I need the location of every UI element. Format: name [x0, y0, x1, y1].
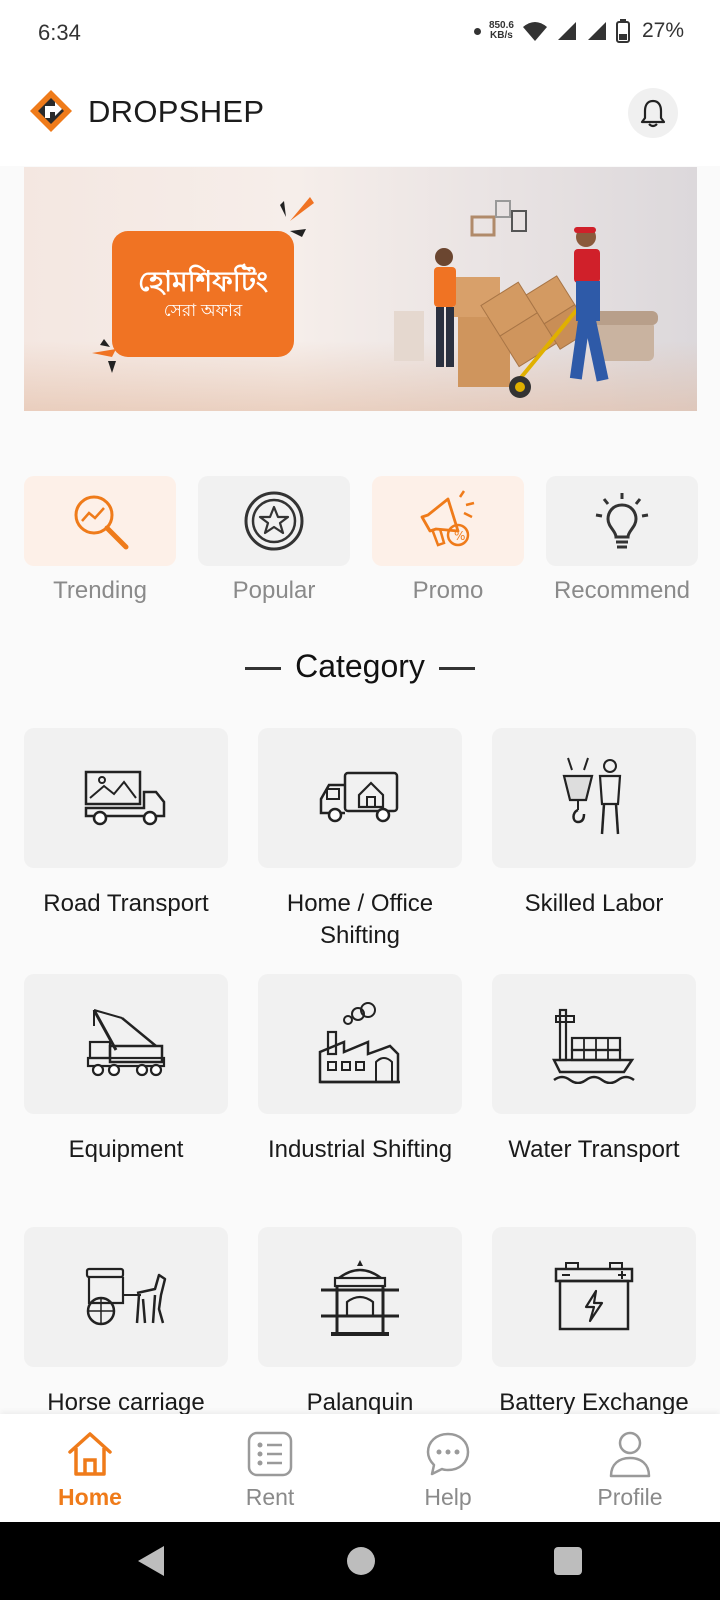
- system-home-icon[interactable]: [347, 1547, 375, 1575]
- nav-icon-wrap: [388, 1428, 508, 1480]
- status-time: 6:34: [38, 20, 81, 45]
- category-tile: [492, 728, 696, 868]
- app-header: DROPSHEP: [0, 62, 720, 166]
- nav-profile[interactable]: Profile: [570, 1428, 690, 1511]
- brand-name: DROPSHEP: [88, 94, 265, 129]
- category-palanquin[interactable]: Palanquin: [258, 1227, 462, 1419]
- network-speed: 850.6 KB/s: [489, 21, 514, 41]
- notification-dot-icon: [473, 27, 481, 35]
- category-skilled-labor[interactable]: Skilled Labor: [492, 728, 696, 920]
- nav-label: Help: [424, 1484, 472, 1510]
- nav-home[interactable]: Home: [30, 1428, 150, 1511]
- quick-link-recommend[interactable]: Recommend: [546, 476, 698, 604]
- battery-icon: [554, 1262, 634, 1331]
- trending-search-icon: [74, 495, 129, 550]
- category-tile: [258, 728, 462, 868]
- network-speed-unit: KB/s: [490, 30, 513, 41]
- quick-tile: [546, 476, 698, 566]
- quick-link-label: Promo: [412, 577, 484, 604]
- category-label: Industrial Shifting: [267, 1136, 453, 1163]
- category-horse-carriage[interactable]: Horse carriage: [24, 1227, 228, 1419]
- home-icon: [68, 1432, 112, 1476]
- svg-text:%: %: [454, 529, 465, 543]
- lightbulb-icon: [595, 493, 649, 549]
- bell-icon: [640, 99, 666, 128]
- signal-icon: [557, 22, 576, 40]
- battery-percentage: 27%: [641, 19, 684, 42]
- category-label: Home / Office Shifting: [286, 890, 434, 949]
- nav-icon-wrap: [570, 1428, 690, 1480]
- user-icon: [609, 1431, 651, 1478]
- category-tile: [492, 1227, 696, 1367]
- promo-banner[interactable]: হোমশিফটিং সেরা অফার: [24, 167, 697, 411]
- nav-icon-wrap: [30, 1428, 150, 1480]
- moving-van-icon: [319, 771, 399, 823]
- cargo-ship-icon: [552, 1008, 635, 1084]
- nav-label: Home: [58, 1484, 122, 1510]
- category-road-transport[interactable]: Road Transport: [24, 728, 228, 920]
- quick-link-label: Trending: [53, 577, 147, 604]
- category-label: Road Transport: [43, 890, 209, 917]
- horse-carriage-icon: [85, 1267, 167, 1326]
- quick-link-promo[interactable]: % Promo: [372, 476, 524, 604]
- nav-icon-wrap: [210, 1428, 330, 1480]
- promo-title: হোমশিফটিং: [137, 266, 269, 297]
- category-battery-exchange[interactable]: Battery Exchange: [492, 1227, 696, 1419]
- heading-dash-left: [245, 667, 282, 671]
- bottom-navigation: Home Rent Help Profile: [0, 1414, 720, 1522]
- category-tile: [24, 1227, 228, 1367]
- promo-subtitle: সেরা অফার: [163, 301, 243, 320]
- chat-bubble-icon: [426, 1432, 470, 1476]
- category-tile: [258, 974, 462, 1114]
- category-tile: [492, 974, 696, 1114]
- palanquin-icon: [321, 1260, 399, 1336]
- nav-rent[interactable]: Rent: [210, 1428, 330, 1511]
- battery-status-icon: [615, 19, 630, 43]
- nav-help[interactable]: Help: [388, 1428, 508, 1511]
- nav-label: Profile: [597, 1484, 663, 1510]
- system-navigation-bar: [0, 1522, 720, 1600]
- nav-label: Rent: [245, 1484, 295, 1510]
- category-label: Equipment: [68, 1136, 184, 1163]
- category-tile: [24, 974, 228, 1114]
- status-bar: 6:34 850.6 KB/s 27%: [0, 0, 720, 62]
- quick-link-label: Popular: [232, 577, 316, 604]
- category-water-transport[interactable]: Water Transport: [492, 974, 696, 1166]
- status-icons: 850.6 KB/s 27%: [473, 16, 684, 46]
- quick-link-popular[interactable]: Popular: [198, 476, 350, 604]
- wifi-icon: [522, 22, 547, 41]
- quick-tile: [198, 476, 350, 566]
- truck-icon: [84, 770, 166, 826]
- quick-tile: [24, 476, 176, 566]
- crane-truck-icon: [86, 1009, 166, 1077]
- promo-box: হোমশিফটিং সেরা অফার: [112, 231, 294, 357]
- movers-illustration: [394, 200, 658, 398]
- system-recents-icon[interactable]: [554, 1547, 582, 1575]
- signal-icon-2: [587, 22, 606, 40]
- category-title: Category: [295, 648, 425, 684]
- heading-dash-right: [438, 667, 475, 671]
- category-label: Water Transport: [508, 1136, 680, 1163]
- megaphone-icon: %: [420, 490, 475, 547]
- list-icon: [247, 1431, 293, 1477]
- category-label: Skilled Labor: [524, 890, 664, 917]
- quick-link-trending[interactable]: Trending: [24, 476, 176, 604]
- category-home-office-shifting[interactable]: Home / Office Shifting: [258, 728, 462, 952]
- star-badge-icon: [244, 491, 304, 551]
- notifications-button[interactable]: [628, 88, 678, 138]
- worker-hook-icon: [562, 757, 622, 835]
- category-tile: [258, 1227, 462, 1367]
- factory-icon: [318, 1002, 400, 1084]
- category-industrial-shifting[interactable]: Industrial Shifting: [258, 974, 462, 1166]
- category-heading: Category: [0, 648, 720, 685]
- dropshep-logo-icon: [30, 90, 72, 132]
- category-equipment[interactable]: Equipment: [24, 974, 228, 1166]
- quick-link-label: Recommend: [553, 577, 691, 604]
- quick-tile: %: [372, 476, 524, 566]
- system-back-icon[interactable]: [138, 1546, 164, 1576]
- category-tile: [24, 728, 228, 868]
